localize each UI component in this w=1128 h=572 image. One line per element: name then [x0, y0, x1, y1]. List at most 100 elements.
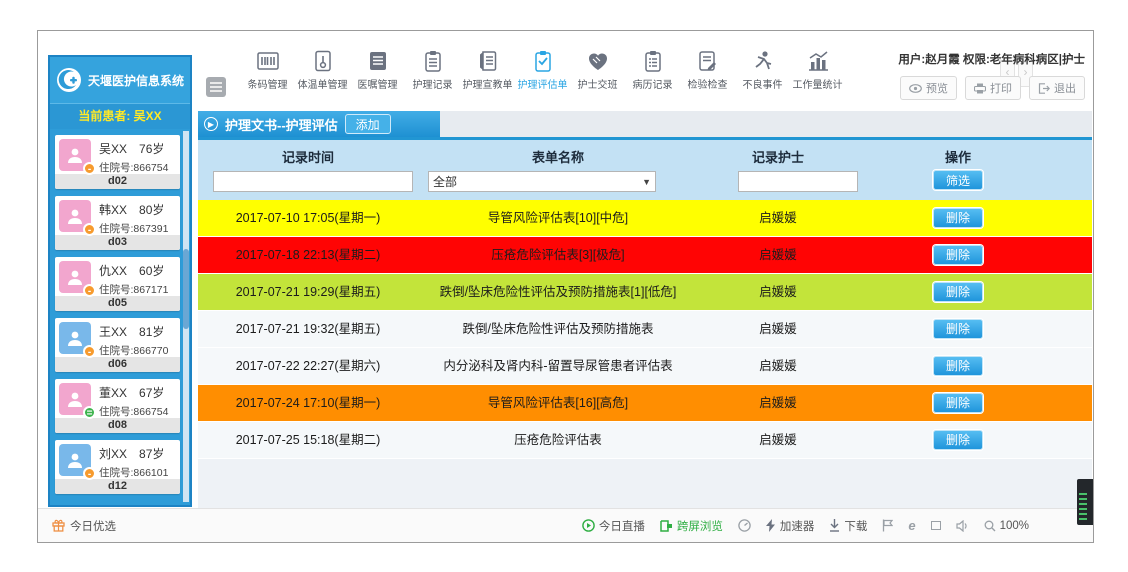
lightning-icon [766, 519, 776, 532]
patient-status-badge: = [83, 406, 96, 419]
patient-status-badge: - [83, 284, 96, 297]
toolbar-item-label: 护理记录 [405, 76, 460, 91]
patient-admission-no: 住院号:866754 [99, 401, 180, 419]
patient-card[interactable]: - 吴XX76岁 住院号:866754 d02 [55, 135, 180, 189]
patient-status-badge: - [83, 162, 96, 175]
toolbar-item-barcode[interactable]: 条码管理 [240, 49, 295, 91]
table-row[interactable]: 2017-07-24 17:10(星期一) 导管风险评估表[16][高危] 启媛… [198, 385, 1092, 422]
print-button-label: 打印 [990, 80, 1012, 96]
patient-avatar: - [59, 200, 91, 232]
person-icon [66, 329, 84, 347]
patient-name: 董XX [99, 384, 127, 401]
table-row[interactable]: 2017-07-25 15:18(星期二) 压疮危险评估表 启媛媛 删除 [198, 422, 1092, 459]
sound-item[interactable] [956, 520, 969, 532]
download-item[interactable]: 下载 [829, 518, 867, 534]
speed-test-item[interactable] [738, 519, 751, 532]
toolbar-item-education-sheet[interactable]: 护理宣教单 [460, 49, 515, 91]
form-name-select[interactable]: 全部 ▼ [428, 171, 656, 192]
toolbar-item-assessment-sheet-active[interactable]: 护理评估单 [515, 49, 570, 91]
cell-record-time: 2017-07-21 19:29(星期五) [198, 274, 418, 310]
patient-status-badge: - [83, 467, 96, 480]
module-toolbar: 条码管理 体温单管理 医嘱管理 [198, 31, 1093, 111]
toolbar-item-adverse-event[interactable]: 不良事件 [735, 49, 790, 91]
cell-form-name: 压疮危险评估表 [418, 422, 698, 458]
patient-name: 刘XX [99, 445, 127, 462]
delete-button[interactable]: 删除 [933, 356, 983, 376]
table-row[interactable]: 2017-07-18 22:13(星期二) 压疮危险评估表[3][极危] 启媛媛… [198, 237, 1092, 274]
patient-card[interactable]: - 王XX81岁 住院号:866770 d06 [55, 318, 180, 372]
delete-button[interactable]: 删除 [933, 282, 983, 302]
toolbar-item-doctor-orders[interactable]: 医嘱管理 [350, 49, 405, 91]
brand-logo-icon [56, 67, 82, 93]
patient-name: 仇XX [99, 262, 127, 279]
active-section-tab[interactable]: ▶ 护理文书--护理评估 添加 [198, 111, 440, 137]
cell-form-name: 压疮危险评估表[3][极危] [418, 237, 698, 273]
table-row[interactable]: 2017-07-22 22:27(星期六) 内分泌科及肾内科-留置导尿管患者评估… [198, 348, 1092, 385]
toolbar-item-label: 条码管理 [240, 76, 295, 91]
toolbar-item-nursing-record[interactable]: 护理记录 [405, 49, 460, 91]
patient-avatar: = [59, 383, 91, 415]
patient-sidebar: 天堰医护信息系统 当前患者: 吴XX - 吴XX76岁 住院号:866754 d… [48, 55, 192, 507]
patient-age: 81岁 [139, 323, 164, 340]
patient-card[interactable]: - 韩XX80岁 住院号:867391 d03 [55, 196, 180, 250]
delete-button[interactable]: 删除 [933, 208, 983, 228]
nurse-filter-input[interactable] [738, 171, 858, 192]
patient-avatar: - [59, 139, 91, 171]
patient-age: 80岁 [139, 201, 164, 218]
ie-browser-item[interactable]: e [908, 518, 915, 533]
falling-person-icon [750, 49, 776, 73]
patient-admission-no: 住院号:867171 [99, 279, 180, 297]
table-header: 记录时间 表单名称 记录护士 操作 全部 ▼ 筛选 [198, 140, 1092, 201]
section-title-bar: ▶ 护理文书--护理评估 添加 [198, 111, 1092, 140]
today-live-item[interactable]: 今日直播 [582, 518, 645, 534]
printer-icon [974, 83, 986, 94]
floating-mini-widget[interactable] [1077, 479, 1093, 525]
add-button[interactable]: 添加 [345, 114, 391, 134]
sidebar-scrollbar-thumb[interactable] [183, 249, 189, 329]
delete-button[interactable]: 删除 [933, 430, 983, 450]
flag-item[interactable] [882, 519, 893, 532]
patient-card[interactable]: - 仇XX60岁 住院号:867171 d05 [55, 257, 180, 311]
print-button[interactable]: 打印 [965, 76, 1021, 100]
windows-item[interactable] [931, 521, 941, 530]
preview-button-label: 预览 [926, 80, 948, 96]
today-picks-item[interactable]: 今日优选 [52, 518, 116, 534]
toolbar-item-shift-handover[interactable]: 护士交班 [570, 49, 625, 91]
delete-button[interactable]: 删除 [933, 319, 983, 339]
toolbar-item-temperature-sheet[interactable]: 体温单管理 [295, 49, 350, 91]
filter-button[interactable]: 筛选 [933, 170, 983, 190]
delete-button[interactable]: 删除 [933, 393, 983, 413]
table-row[interactable]: 2017-07-21 19:32(星期五) 跌倒/坠床危险性评估及预防措施表 启… [198, 311, 1092, 348]
cell-nurse: 启媛媛 [698, 385, 858, 421]
table-row[interactable]: 2017-07-10 17:05(星期一) 导管风险评估表[10][中危] 启媛… [198, 200, 1092, 237]
accelerator-item[interactable]: 加速器 [766, 518, 815, 534]
table-row[interactable]: 2017-07-21 19:29(星期五) 跌倒/坠床危险性评估及预防措施表[1… [198, 274, 1092, 311]
speedometer-icon [738, 519, 751, 532]
zoom-control[interactable]: 100% [984, 520, 1029, 532]
today-live-label: 今日直播 [599, 518, 645, 534]
education-sheet-icon [475, 49, 501, 73]
preview-button[interactable]: 预览 [900, 76, 957, 100]
patient-card[interactable]: = 董XX67岁 住院号:866754 d08 [55, 379, 180, 433]
column-header-actions: 操作 [858, 147, 1058, 166]
patient-admission-no: 住院号:866770 [99, 340, 180, 358]
flag-icon [882, 519, 893, 532]
delete-button[interactable]: 删除 [933, 245, 983, 265]
sidebar-scrollbar[interactable] [183, 131, 189, 502]
toolbar-item-workload-stats[interactable]: 工作量统计 [790, 49, 845, 91]
menu-toggle-button[interactable] [206, 77, 226, 97]
record-time-filter-input[interactable] [213, 171, 413, 192]
cell-record-time: 2017-07-22 22:27(星期六) [198, 348, 418, 384]
toolbar-item-case-record[interactable]: 病历记录 [625, 49, 680, 91]
patient-card[interactable]: - 刘XX87岁 住院号:866101 d12 [55, 440, 180, 494]
logout-button[interactable]: 退出 [1029, 76, 1085, 100]
cross-screen-item[interactable]: 跨屏浏览 [660, 518, 723, 534]
toolbar-item-lab-exam[interactable]: 检验检查 [680, 49, 735, 91]
patient-bed: d12 [55, 479, 180, 494]
cell-nurse: 启媛媛 [698, 311, 858, 347]
screenshot-stage: 天堰医护信息系统 当前患者: 吴XX - 吴XX76岁 住院号:866754 d… [0, 0, 1128, 572]
toolbar-item-label: 病历记录 [625, 76, 680, 91]
toolbar-item-label: 体温单管理 [295, 76, 350, 91]
patient-bed: d05 [55, 296, 180, 311]
cell-record-time: 2017-07-25 15:18(星期二) [198, 422, 418, 458]
